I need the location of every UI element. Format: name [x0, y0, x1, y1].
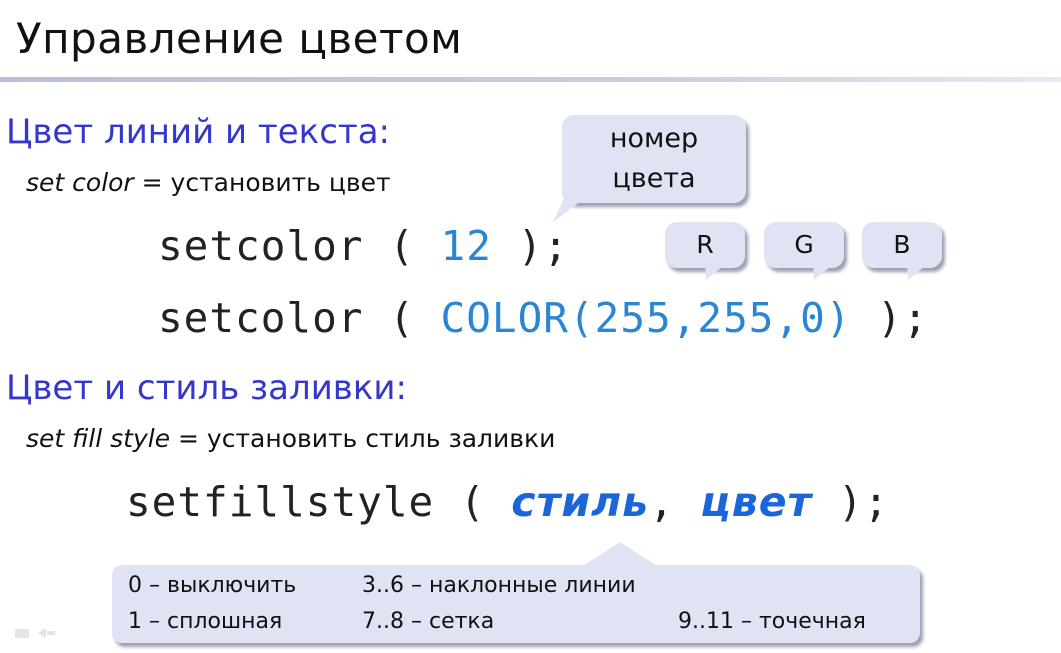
legend-item: 1 – сплошная	[128, 609, 283, 634]
slide-nav-icon[interactable]	[14, 626, 60, 640]
code-arg-color: цвет	[700, 478, 813, 526]
callout-tail	[553, 192, 593, 222]
code-func: setfillstyle	[126, 478, 435, 526]
code-setcolor-number: setcolor ( 12 );	[158, 222, 569, 270]
section-heading-fill: Цвет и стиль заливки:	[6, 368, 407, 408]
code-setfillstyle: setfillstyle ( стиль, цвет );	[126, 478, 889, 526]
setfillstyle-explanation: set fill style = установить стиль заливк…	[26, 424, 555, 453]
callout-r-tail	[705, 262, 728, 280]
code-arg-color: COLOR(255,255,0)	[440, 294, 852, 342]
code-arg-number: 12	[440, 222, 492, 270]
setfillstyle-translation: = установить стиль заливки	[170, 424, 556, 453]
setfillstyle-english: set fill style	[26, 424, 171, 453]
code-comma: ,	[649, 478, 701, 526]
code-setcolor-rgb: setcolor ( COLOR(255,255,0) );	[158, 294, 929, 342]
slide-title: Управление цветом	[16, 14, 463, 63]
callout-b-tail	[907, 262, 930, 280]
code-paren-open: (	[363, 222, 441, 270]
code-paren-open: (	[363, 294, 441, 342]
code-paren-close: );	[851, 294, 929, 342]
callout-g-tail	[813, 262, 836, 280]
fill-style-legend: 0 – выключить 3..6 – наклонные линии 1 –…	[112, 565, 920, 643]
legend-item: 0 – выключить	[128, 573, 297, 598]
legend-item: 3..6 – наклонные линии	[362, 573, 636, 598]
legend-item: 9..11 – точечная	[678, 609, 866, 634]
setcolor-english: set color	[26, 168, 134, 197]
code-paren-close: );	[812, 478, 890, 526]
code-func: setcolor	[158, 222, 364, 270]
title-divider	[0, 77, 1061, 82]
code-func: setcolor	[158, 294, 364, 342]
section-heading-line-color: Цвет линий и текста:	[6, 112, 390, 152]
code-paren-open: (	[434, 478, 512, 526]
legend-item: 7..8 – сетка	[362, 609, 495, 634]
callout-color-number: номер цвета	[562, 115, 746, 203]
setcolor-explanation: set color = установить цвет	[26, 168, 391, 197]
code-arg-style: стиль	[511, 478, 650, 526]
setcolor-translation: = установить цвет	[133, 168, 391, 197]
